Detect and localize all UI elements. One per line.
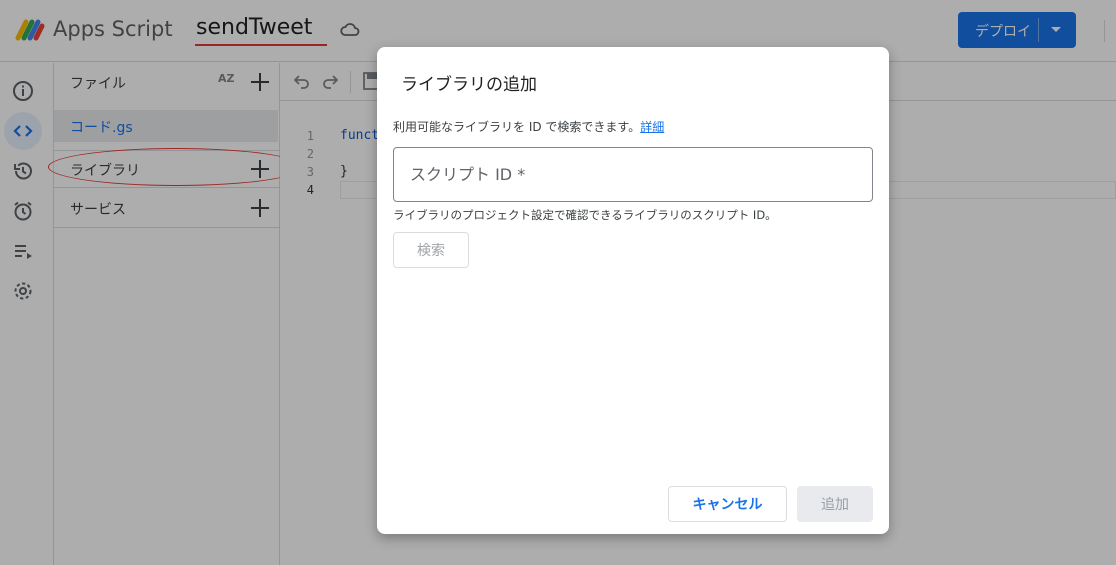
apps-script-ide: Apps Script sendTweet デプロイ ファイル AZ コード.g… — [0, 0, 1116, 565]
search-button[interactable]: 検索 — [393, 232, 469, 268]
add-button[interactable]: 追加 — [797, 486, 873, 522]
add-library-dialog: ライブラリの追加 利用可能なライブラリを ID で検索できます。詳細 ライブラリ… — [377, 47, 889, 534]
description-text: 利用可能なライブラリを ID で検索できます。 — [393, 120, 641, 134]
helper-text: ライブラリのプロジェクト設定で確認できるライブラリのスクリプト ID。 — [393, 208, 777, 222]
dialog-title: ライブラリの追加 — [401, 75, 537, 95]
script-id-input[interactable] — [393, 147, 873, 202]
details-link[interactable]: 詳細 — [640, 120, 664, 134]
cancel-button[interactable]: キャンセル — [668, 486, 787, 522]
dialog-description: 利用可能なライブラリを ID で検索できます。詳細 — [393, 118, 664, 135]
